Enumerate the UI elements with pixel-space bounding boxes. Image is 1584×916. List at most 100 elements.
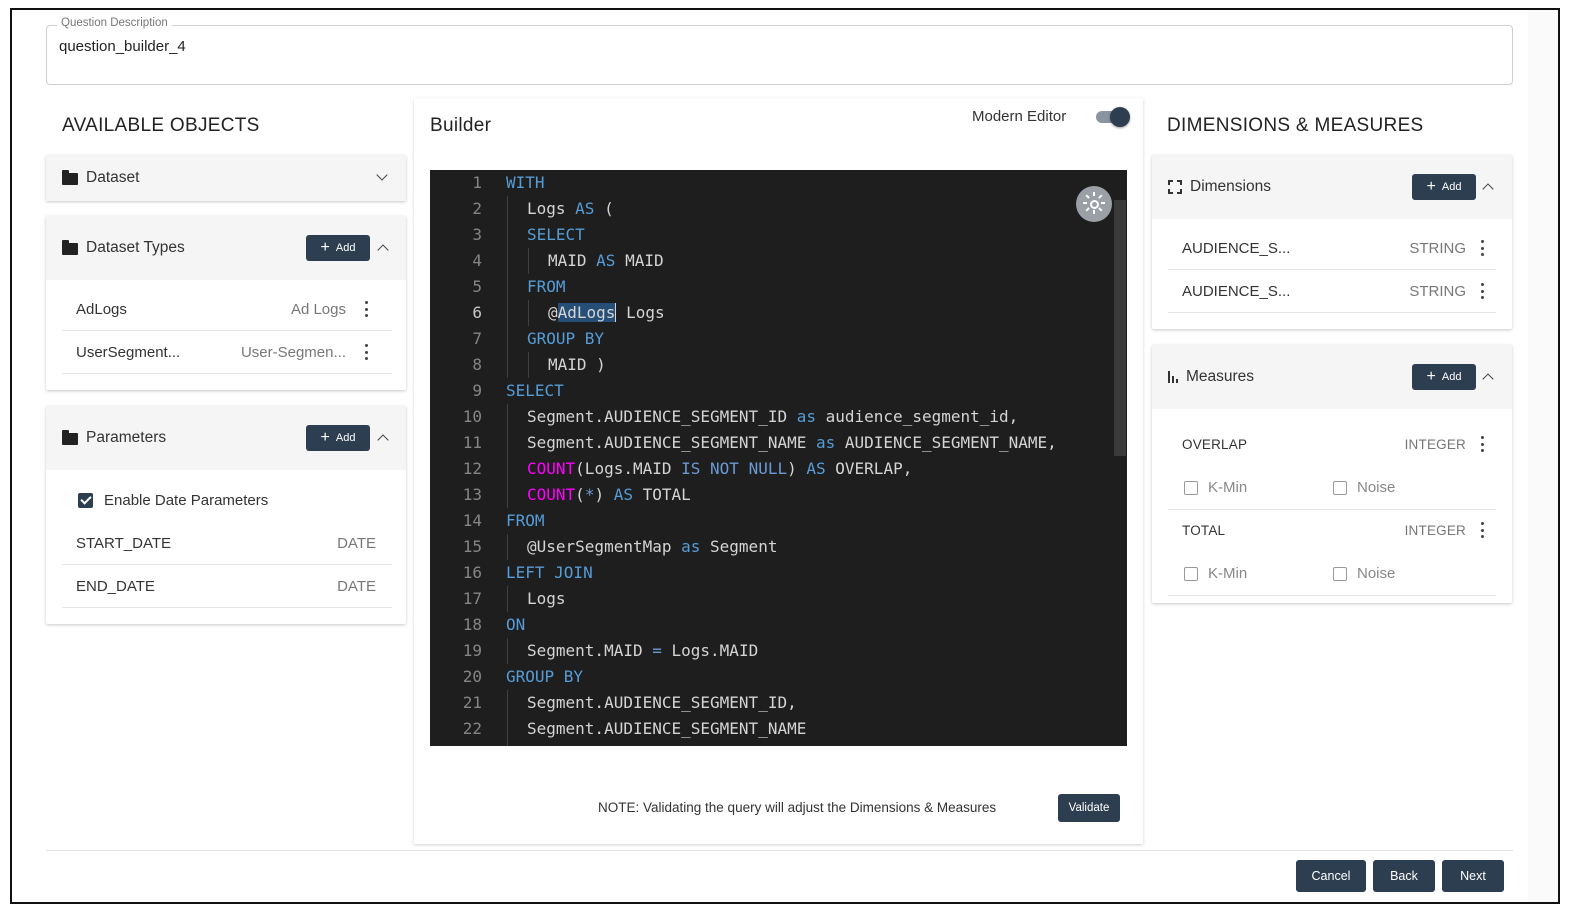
dataset-type-name: UserSegment... (76, 343, 181, 361)
code-token: ( (594, 199, 614, 218)
list-item[interactable]: AdLogs Ad Logs (62, 288, 392, 331)
parameter-name: START_DATE (76, 534, 172, 552)
dataset-header[interactable]: Dataset (46, 155, 406, 201)
plus-icon: + (1426, 178, 1436, 195)
noise-label: Noise (1357, 479, 1396, 496)
list-item[interactable]: TOTAL INTEGER (1168, 509, 1496, 552)
code-line: 20 GROUP BY (430, 664, 1110, 690)
line-number: 17 (462, 589, 482, 608)
noise-checkbox[interactable] (1333, 480, 1347, 495)
list-item[interactable]: AUDIENCE_S... STRING (1168, 227, 1496, 270)
more-vert-icon[interactable] (1480, 283, 1484, 299)
cancel-button[interactable]: Cancel (1296, 860, 1366, 892)
code-line: 16 LEFT JOIN (430, 560, 1110, 586)
list-item[interactable]: UserSegment... User-Segmen... (62, 331, 392, 374)
list-item[interactable]: END_DATE DATE (62, 565, 392, 608)
kmin-label: K-Min (1208, 479, 1248, 496)
more-vert-icon[interactable] (1480, 436, 1484, 452)
code-token: AS (806, 459, 826, 478)
list-item[interactable]: OVERLAP INTEGER (1168, 423, 1496, 466)
builder-panel: Builder Modern Editor 1 WITH 2 Logs AS ( 3… (414, 98, 1143, 844)
kmin-checkbox[interactable] (1184, 480, 1198, 495)
modern-editor-toggle[interactable] (1094, 107, 1130, 127)
code-token: MAID (548, 251, 597, 270)
more-vert-icon[interactable] (1480, 240, 1484, 256)
footer-divider (46, 850, 1513, 851)
code-token: Segment.AUDIENCE_SEGMENT_ID (527, 407, 797, 426)
kmin-option[interactable]: K-Min (1184, 479, 1247, 496)
dimensions-header[interactable]: Dimensions + Add (1152, 155, 1512, 219)
line-number: 15 (462, 537, 482, 556)
more-vert-icon[interactable] (364, 344, 368, 360)
chevron-up-icon[interactable] (379, 242, 387, 254)
measures-card: Measures + Add OVERLAP INTEGER K-Min Noi… (1152, 345, 1512, 603)
bar-chart-icon (1168, 371, 1178, 383)
noise-option[interactable]: Noise (1333, 565, 1395, 582)
noise-checkbox[interactable] (1333, 566, 1347, 581)
theme-toggle-sun-icon[interactable] (1076, 186, 1112, 222)
line-number: 3 (472, 225, 482, 244)
enable-date-checkbox[interactable] (78, 493, 93, 508)
toggle-knob (1110, 107, 1130, 127)
line-number: 19 (462, 641, 482, 660)
line-number: 7 (472, 329, 482, 348)
code-line: 11 Segment.AUDIENCE_SEGMENT_NAME as AUDIE… (430, 430, 1110, 456)
folder-icon (62, 430, 78, 445)
back-button[interactable]: Back (1373, 860, 1435, 892)
chevron-up-icon[interactable] (1484, 371, 1492, 383)
measure-type: INTEGER (1404, 437, 1466, 452)
code-token: SELECT (527, 225, 585, 244)
editor-scrollbar[interactable] (1114, 200, 1126, 456)
question-description-field[interactable]: Question Description question_builder_4 (46, 17, 1513, 85)
dataset-types-header[interactable]: Dataset Types + Add (46, 216, 406, 280)
noise-option[interactable]: Noise (1333, 479, 1395, 496)
chevron-up-icon[interactable] (379, 432, 387, 444)
code-editor[interactable]: 1 WITH 2 Logs AS ( 3 SELECT 4 MAID AS MAID 5… (430, 170, 1127, 746)
question-description-value[interactable]: question_builder_4 (59, 38, 186, 55)
app-frame: Question Description question_builder_4 … (10, 8, 1560, 904)
code-token: Segment.AUDIENCE_SEGMENT_ID, (527, 693, 797, 712)
line-number: 1 (472, 173, 482, 192)
folder-icon (62, 170, 78, 185)
dataset-types-card: Dataset Types + Add AdLogs Ad Logs UserS… (46, 216, 406, 390)
code-token: WITH (506, 173, 545, 192)
parameters-header[interactable]: Parameters + Add (46, 406, 406, 470)
code-token: Segment (700, 537, 778, 556)
dataset-card[interactable]: Dataset (46, 155, 406, 201)
kmin-option[interactable]: K-Min (1184, 565, 1247, 582)
chevron-up-icon[interactable] (1484, 181, 1492, 193)
line-number: 6 (472, 303, 482, 322)
code-token: (Logs.MAID (575, 459, 682, 478)
chevron-down-icon[interactable] (378, 171, 386, 179)
more-vert-icon[interactable] (364, 301, 368, 317)
code-token: Logs (616, 303, 665, 322)
line-number: 13 (462, 485, 482, 504)
add-dimension-button[interactable]: + Add (1412, 174, 1476, 200)
add-parameter-button[interactable]: + Add (306, 425, 370, 451)
code-token: as (815, 433, 836, 452)
add-button-label: Add (335, 242, 356, 254)
list-item[interactable]: START_DATE DATE (62, 522, 392, 565)
add-measure-button[interactable]: + Add (1412, 364, 1476, 390)
line-number: 18 (462, 615, 482, 634)
code-token: COUNT (527, 459, 576, 478)
code-token: GROUP BY (506, 667, 584, 686)
line-number: 14 (462, 511, 482, 530)
code-token: GROUP BY (527, 329, 605, 348)
measures-header[interactable]: Measures + Add (1152, 345, 1512, 409)
next-button[interactable]: Next (1442, 860, 1504, 892)
builder-title: Builder (430, 115, 492, 136)
line-number: 16 (462, 563, 482, 582)
enable-date-parameters[interactable]: Enable Date Parameters (78, 492, 268, 509)
parameter-type: DATE (337, 577, 376, 595)
add-dataset-type-button[interactable]: + Add (306, 235, 370, 261)
code-token: as (681, 537, 701, 556)
kmin-checkbox[interactable] (1184, 566, 1198, 581)
code-line: 1 WITH (430, 170, 1110, 196)
dataset-label: Dataset (86, 169, 140, 186)
line-number: 9 (472, 381, 482, 400)
validate-button[interactable]: Validate (1058, 794, 1120, 822)
more-vert-icon[interactable] (1480, 522, 1484, 538)
line-number: 22 (462, 719, 482, 738)
list-item[interactable]: AUDIENCE_S... STRING (1168, 270, 1496, 313)
